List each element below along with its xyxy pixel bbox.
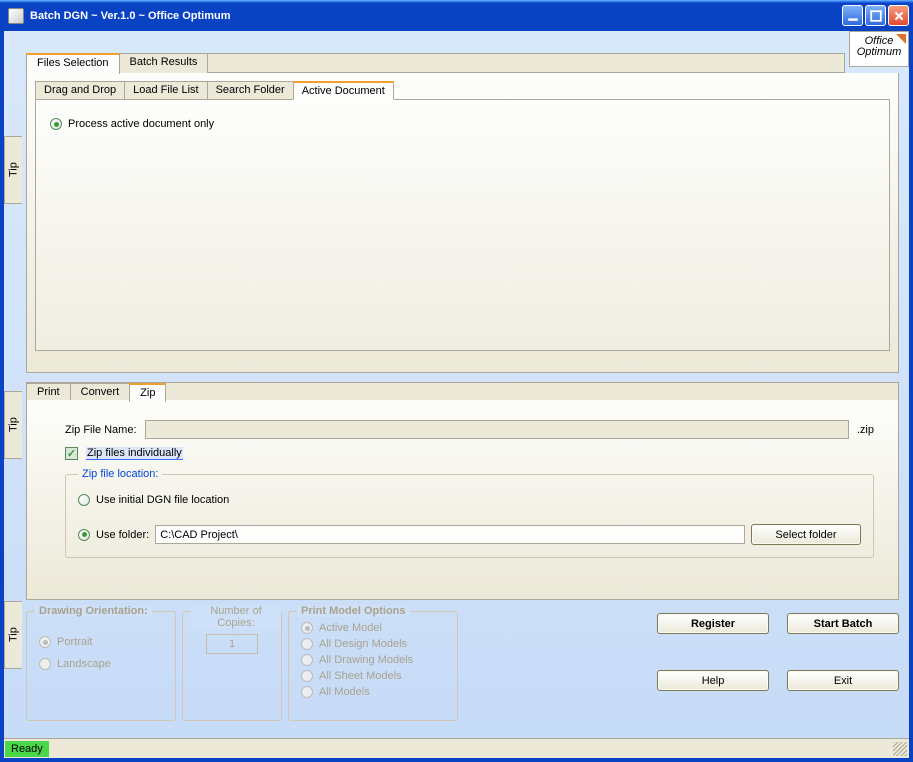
status-ready: Ready <box>5 741 49 757</box>
close-button[interactable] <box>888 5 909 26</box>
landscape-label: Landscape <box>57 658 111 670</box>
folder-path-input[interactable] <box>155 525 745 544</box>
subtab-search-folder[interactable]: Search Folder <box>207 81 294 100</box>
status-bar: Ready <box>4 738 909 758</box>
radio-all-sheet <box>301 670 313 682</box>
active-model-label: Active Model <box>319 622 382 634</box>
all-sheet-row: All Sheet Models <box>301 670 445 682</box>
select-folder-button[interactable]: Select folder <box>751 524 861 545</box>
active-model-row: Active Model <box>301 622 445 634</box>
output-tabstrip: Print Convert Zip <box>26 382 899 400</box>
subtab-drag-drop[interactable]: Drag and Drop <box>35 81 125 100</box>
client-area: Office Optimum Tip Tip Tip Files Selecti… <box>3 30 910 759</box>
window-controls <box>842 5 909 26</box>
radio-all-models <box>301 686 313 698</box>
radio-use-folder[interactable] <box>78 529 90 541</box>
subtab-load-file-list[interactable]: Load File List <box>124 81 207 100</box>
zip-filename-row: Zip File Name: .zip <box>65 420 874 439</box>
radio-portrait <box>39 636 51 648</box>
title-bar: Batch DGN ~ Ver.1.0 ~ Office Optimum <box>0 0 913 30</box>
portrait-row: Portrait <box>39 636 163 648</box>
all-design-row: All Design Models <box>301 638 445 650</box>
window-title: Batch DGN ~ Ver.1.0 ~ Office Optimum <box>28 10 842 22</box>
tip-tab-1[interactable]: Tip <box>4 136 22 204</box>
tabstrip-filler <box>206 53 845 72</box>
all-drawing-label: All Drawing Models <box>319 654 413 666</box>
zip-filename-input[interactable] <box>145 420 849 439</box>
zip-location-group: Zip file location: Use initial DGN file … <box>65 468 874 558</box>
process-active-only-row[interactable]: Process active document only <box>50 118 875 130</box>
active-document-panel: Process active document only <box>35 99 890 351</box>
app-icon <box>8 8 24 24</box>
minimize-button[interactable] <box>842 5 863 26</box>
register-button[interactable]: Register <box>657 613 769 634</box>
start-batch-button[interactable]: Start Batch <box>787 613 899 634</box>
radio-all-design <box>301 638 313 650</box>
tip-tab-3[interactable]: Tip <box>4 601 22 669</box>
files-selection-panel: Drag and Drop Load File List Search Fold… <box>26 73 899 373</box>
exit-button[interactable]: Exit <box>787 670 899 691</box>
tab-print[interactable]: Print <box>26 383 71 401</box>
main-tabstrip: Files Selection Batch Results <box>26 53 845 73</box>
all-models-row: All Models <box>301 686 445 698</box>
process-active-only-label: Process active document only <box>68 118 214 130</box>
radio-use-initial-location[interactable] <box>78 494 90 506</box>
all-models-label: All Models <box>319 686 370 698</box>
logo-triangle-icon <box>896 34 906 44</box>
action-buttons: Register Start Batch Help Exit <box>639 613 899 727</box>
tip-tab-2[interactable]: Tip <box>4 391 22 459</box>
zip-location-legend: Zip file location: <box>78 468 162 480</box>
source-tabstrip: Drag and Drop Load File List Search Fold… <box>35 81 898 100</box>
tab-convert[interactable]: Convert <box>70 383 131 401</box>
radio-active-model <box>301 622 313 634</box>
orientation-group: Drawing Orientation: Portrait Landscape <box>26 611 176 721</box>
use-initial-location-label: Use initial DGN file location <box>96 494 229 506</box>
print-model-group: Print Model Options Active Model All Des… <box>288 611 458 721</box>
radio-process-active-only[interactable] <box>50 118 62 130</box>
landscape-row: Landscape <box>39 658 163 670</box>
resize-grip-icon[interactable] <box>893 742 907 756</box>
all-sheet-label: All Sheet Models <box>319 670 402 682</box>
help-button[interactable]: Help <box>657 670 769 691</box>
zip-individually-label: Zip files individually <box>86 447 183 460</box>
radio-all-drawing <box>301 654 313 666</box>
radio-landscape <box>39 658 51 670</box>
copies-group: Number of Copies: <box>182 611 282 721</box>
zip-ext-label: .zip <box>857 424 874 436</box>
use-folder-row: Use folder: Select folder <box>78 524 861 545</box>
logo: Office Optimum <box>849 31 909 67</box>
all-design-label: All Design Models <box>319 638 407 650</box>
copies-input <box>206 634 258 654</box>
checkbox-zip-individually[interactable]: ✓ <box>65 447 78 460</box>
tab-zip[interactable]: Zip <box>129 383 166 402</box>
orientation-legend: Drawing Orientation: <box>35 605 152 617</box>
all-drawing-row: All Drawing Models <box>301 654 445 666</box>
zip-individually-row[interactable]: ✓ Zip files individually <box>65 447 874 460</box>
copies-legend: Number of Copies: <box>191 605 281 629</box>
portrait-label: Portrait <box>57 636 92 648</box>
zip-filename-label: Zip File Name: <box>65 424 137 436</box>
use-initial-location-row[interactable]: Use initial DGN file location <box>78 494 861 506</box>
tab-batch-results[interactable]: Batch Results <box>119 53 209 73</box>
tab-files-selection[interactable]: Files Selection <box>26 53 120 74</box>
zip-panel: Zip File Name: .zip ✓ Zip files individu… <box>26 400 899 600</box>
subtab-active-document[interactable]: Active Document <box>293 81 394 100</box>
logo-line2: Optimum <box>850 47 908 58</box>
maximize-button[interactable] <box>865 5 886 26</box>
use-folder-label: Use folder: <box>96 529 149 541</box>
print-model-legend: Print Model Options <box>297 605 410 617</box>
